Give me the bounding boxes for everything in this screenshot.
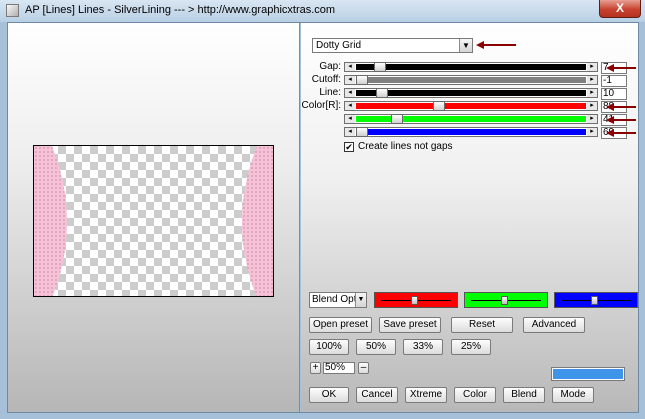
zoom-33-button[interactable]: 33%: [403, 339, 443, 355]
blend-options-select[interactable]: Blend Optio ▼: [309, 292, 367, 308]
annotation-arrow-icon: [606, 129, 636, 137]
arrow-right-icon[interactable]: ▸: [587, 63, 597, 71]
slider-track[interactable]: ◂ ▸: [344, 75, 598, 85]
slider-fill: [356, 77, 586, 83]
cancel-button[interactable]: Cancel: [356, 387, 398, 403]
slider-track[interactable]: ◂ ▸: [344, 62, 598, 72]
slider-thumb[interactable]: [376, 88, 388, 98]
reset-button[interactable]: Reset: [451, 317, 513, 333]
slider-track[interactable]: ◂ ▸: [344, 114, 598, 124]
app-icon: [6, 4, 19, 17]
annotation-arrow-icon: [606, 103, 636, 111]
color-button[interactable]: Color: [454, 387, 496, 403]
slider-label: Color[R]:: [301, 100, 341, 111]
annotation-arrow-icon: [606, 116, 636, 124]
annotation-arrow-icon: [606, 64, 636, 72]
advanced-button[interactable]: Advanced: [523, 317, 585, 333]
slider-track[interactable]: ◂ ▸: [344, 88, 598, 98]
save-preset-button[interactable]: Save preset: [379, 317, 441, 333]
create-lines-checkbox[interactable]: ✔: [344, 142, 354, 152]
arrow-right-icon[interactable]: ▸: [587, 102, 597, 110]
zoom-in-button[interactable]: +: [310, 362, 321, 374]
chevron-down-icon[interactable]: ▼: [355, 293, 366, 307]
slider-fill: [356, 103, 586, 109]
zoom-50-button[interactable]: 50%: [356, 339, 396, 355]
slider-thumb[interactable]: [356, 127, 368, 137]
pink-arc-left: [34, 146, 67, 296]
color-slider-knob[interactable]: [591, 296, 598, 305]
title-bar: AP [Lines] Lines - SilverLining --- > ht…: [0, 0, 645, 22]
arrow-left-icon[interactable]: ◂: [345, 76, 355, 84]
color-slider[interactable]: [554, 292, 638, 308]
preset-dropdown[interactable]: Dotty Grid ▼: [312, 38, 473, 53]
slider-thumb[interactable]: [356, 75, 368, 85]
slider-track[interactable]: ◂ ▸: [344, 101, 598, 111]
window-title: AP [Lines] Lines - SilverLining --- > ht…: [25, 4, 336, 16]
arrow-left-icon[interactable]: ◂: [345, 89, 355, 97]
blend-button[interactable]: Blend: [503, 387, 545, 403]
arrow-left-icon[interactable]: ◂: [345, 63, 355, 71]
color-slider[interactable]: [374, 292, 458, 308]
dialog-client: Dotty Grid ▼ Gap: ◂ ▸ 7 Cutoff: ◂ ▸ -1 Line: ◂ ▸ 10…: [7, 22, 639, 413]
ok-button[interactable]: OK: [309, 387, 349, 403]
mode-button[interactable]: Mode: [552, 387, 594, 403]
zoom-value-field[interactable]: 50%: [323, 362, 355, 374]
zoom-out-button[interactable]: –: [358, 362, 369, 374]
color-slider-knob[interactable]: [501, 296, 508, 305]
slider-thumb[interactable]: [374, 62, 386, 72]
preview-pane: [8, 23, 300, 412]
open-preset-button[interactable]: Open preset: [309, 317, 372, 333]
pink-arc-right: [242, 146, 273, 296]
zoom-100-button[interactable]: 100%: [309, 339, 349, 355]
slider-label: Gap:: [319, 61, 341, 72]
slider-track[interactable]: ◂ ▸: [344, 127, 598, 137]
slider-thumb[interactable]: [433, 101, 445, 111]
zoom-25-button[interactable]: 25%: [451, 339, 491, 355]
color-swatch[interactable]: [551, 367, 625, 381]
annotation-arrow-icon: [476, 41, 516, 49]
create-lines-label: Create lines not gaps: [358, 141, 453, 152]
preset-value: Dotty Grid: [316, 40, 362, 51]
arrow-left-icon[interactable]: ◂: [345, 115, 355, 123]
xtreme-button[interactable]: Xtreme: [405, 387, 447, 403]
color-slider[interactable]: [464, 292, 548, 308]
arrow-left-icon[interactable]: ◂: [345, 128, 355, 136]
chevron-down-icon[interactable]: ▼: [459, 39, 472, 52]
preview-art: [34, 146, 273, 296]
slider-fill: [356, 64, 586, 70]
slider-label: Cutoff:: [311, 74, 341, 85]
slider-value-field[interactable]: -1: [601, 75, 627, 87]
slider-fill: [356, 90, 586, 96]
arrow-left-icon[interactable]: ◂: [345, 102, 355, 110]
arrow-right-icon[interactable]: ▸: [587, 76, 597, 84]
arrow-right-icon[interactable]: ▸: [587, 128, 597, 136]
arrow-right-icon[interactable]: ▸: [587, 89, 597, 97]
slider-fill: [356, 129, 586, 135]
preview-canvas: [33, 145, 274, 297]
close-button[interactable]: X: [599, 0, 641, 18]
controls-pane: Dotty Grid ▼ Gap: ◂ ▸ 7 Cutoff: ◂ ▸ -1 Line: ◂ ▸ 10…: [301, 23, 638, 412]
color-slider-knob[interactable]: [411, 296, 418, 305]
slider-value-field[interactable]: 10: [601, 88, 627, 100]
slider-label: Line:: [319, 87, 341, 98]
arrow-right-icon[interactable]: ▸: [587, 115, 597, 123]
slider-thumb[interactable]: [391, 114, 403, 124]
